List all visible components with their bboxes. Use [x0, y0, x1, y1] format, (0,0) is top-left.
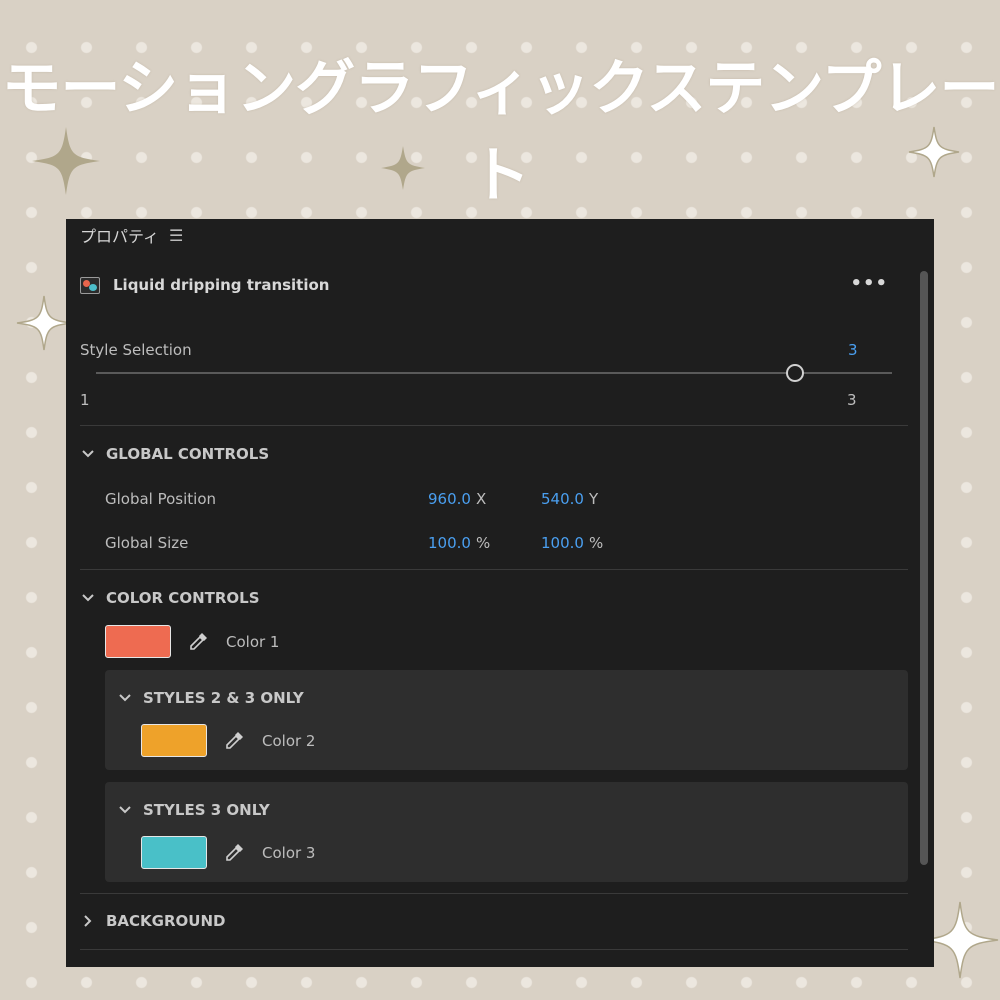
sparkle-icon: [908, 126, 960, 178]
color3-label: Color 3: [262, 844, 316, 862]
styles-2-3-header[interactable]: STYLES 2 & 3 ONLY: [117, 689, 304, 707]
sparkle-icon: [16, 295, 72, 351]
background-header[interactable]: BACKGROUND: [80, 912, 225, 930]
style-selection-slider-track[interactable]: [96, 372, 892, 374]
global-size-w-unit: %: [475, 534, 491, 552]
chevron-down-icon: [80, 593, 96, 603]
panel-title: プロパティ: [80, 227, 160, 246]
styles-2-3-group: STYLES 2 & 3 ONLY Color 2: [105, 670, 908, 770]
styles-3-header[interactable]: STYLES 3 ONLY: [117, 801, 270, 819]
style-selection-label: Style Selection: [80, 341, 192, 359]
global-position-y-unit: Y: [588, 490, 599, 508]
styles-3-group: STYLES 3 ONLY Color 3: [105, 782, 908, 882]
global-position-label: Global Position: [105, 490, 217, 508]
more-options-icon[interactable]: •••: [850, 273, 888, 294]
chevron-down-icon: [117, 805, 133, 815]
divider: [80, 949, 908, 950]
color-controls-header[interactable]: COLOR CONTROLS: [80, 589, 260, 607]
global-size-w-value[interactable]: 100.0: [428, 534, 471, 552]
slider-min-label: 1: [80, 391, 90, 409]
global-size-h-value[interactable]: 100.0: [541, 534, 584, 552]
eyedropper-icon[interactable]: [224, 729, 246, 751]
sparkle-icon: [381, 146, 425, 190]
color2-label: Color 2: [262, 732, 316, 750]
hamburger-menu-icon[interactable]: ☰: [169, 226, 183, 245]
global-controls-heading: GLOBAL CONTROLS: [106, 445, 270, 463]
global-size-h[interactable]: 100.0%: [541, 534, 603, 552]
style-selection-slider-knob[interactable]: [786, 364, 804, 382]
divider: [80, 569, 908, 570]
template-thumbnail-icon: [80, 276, 100, 294]
scrollbar[interactable]: [920, 271, 928, 865]
global-position-y[interactable]: 540.0 Y: [541, 490, 598, 508]
layer-row: Liquid dripping transition •••: [80, 273, 890, 297]
global-controls-header[interactable]: GLOBAL CONTROLS: [80, 445, 269, 463]
style-selection-value[interactable]: 3: [848, 341, 858, 359]
chevron-down-icon: [80, 449, 96, 459]
color-controls-heading: COLOR CONTROLS: [106, 589, 260, 607]
divider: [80, 425, 908, 426]
sparkle-icon: [32, 127, 100, 195]
global-position-y-value[interactable]: 540.0: [541, 490, 584, 508]
styles-3-heading: STYLES 3 ONLY: [143, 801, 270, 819]
global-size-label: Global Size: [105, 534, 189, 552]
color1-swatch[interactable]: [105, 625, 171, 658]
slider-max-label: 3: [847, 391, 857, 409]
global-position-x-unit: X: [475, 490, 487, 508]
eyedropper-icon[interactable]: [188, 630, 210, 652]
global-position-x[interactable]: 960.0 X: [428, 490, 486, 508]
background-heading: BACKGROUND: [106, 912, 226, 930]
panel-header: プロパティ ☰: [80, 223, 183, 247]
chevron-right-icon: [80, 914, 96, 928]
banner-title: モーショングラフィックステンプレート: [1, 54, 1000, 211]
color2-swatch[interactable]: [141, 724, 207, 757]
color1-label: Color 1: [226, 633, 280, 651]
layer-title: Liquid dripping transition: [113, 276, 330, 294]
chevron-down-icon: [117, 693, 133, 703]
color3-swatch[interactable]: [141, 836, 207, 869]
global-size-h-unit: %: [588, 534, 604, 552]
eyedropper-icon[interactable]: [224, 841, 246, 863]
divider: [80, 893, 908, 894]
properties-panel: プロパティ ☰ Liquid dripping transition ••• S…: [66, 219, 934, 967]
styles-2-3-heading: STYLES 2 & 3 ONLY: [143, 689, 304, 707]
global-size-w[interactable]: 100.0%: [428, 534, 490, 552]
global-position-x-value[interactable]: 960.0: [428, 490, 471, 508]
